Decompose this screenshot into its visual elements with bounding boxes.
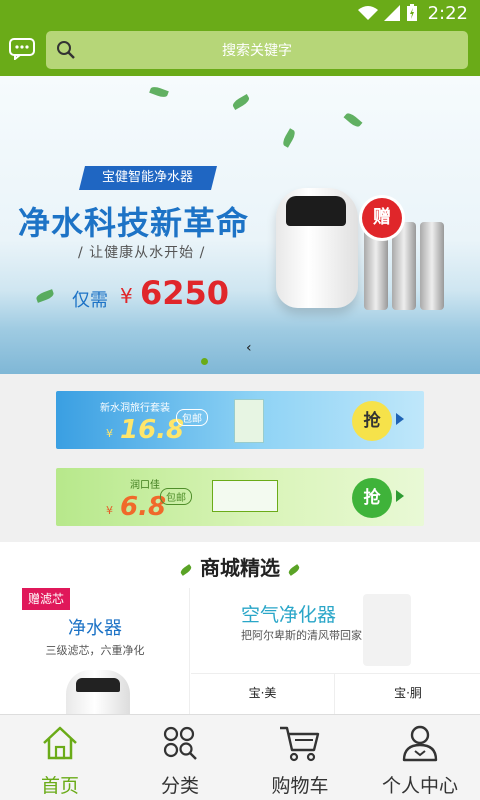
search-placeholder: 搜索关键字 bbox=[222, 43, 292, 59]
wifi-icon bbox=[357, 5, 378, 21]
price-label: 仅需 bbox=[72, 290, 108, 311]
filter-cartridge-image bbox=[392, 222, 416, 310]
product-card-mini[interactable]: 宝·胴 bbox=[336, 674, 480, 714]
grab-button[interactable]: 抢 bbox=[352, 401, 392, 441]
leaf-icon bbox=[179, 563, 193, 576]
product-desc: 把阿尔卑斯的清风带回家 bbox=[241, 629, 362, 642]
carousel-indicator bbox=[201, 358, 208, 365]
gift-filter-badge: 赠滤芯 bbox=[22, 588, 71, 610]
free-shipping-tag: 包邮 bbox=[176, 409, 208, 426]
cart-icon bbox=[278, 715, 322, 767]
promo-banner-travel-kit[interactable]: 新水洞旅行套装 ¥ 16.8 包邮 抢 bbox=[56, 391, 424, 449]
gift-badge: 赠 bbox=[362, 198, 402, 238]
promo-product-image bbox=[234, 399, 264, 443]
promo-product-image bbox=[212, 480, 278, 512]
nav-profile-label: 个人中心 bbox=[381, 775, 458, 797]
price-symbol: ¥ bbox=[120, 284, 133, 308]
hero-banner[interactable]: 宝健智能净水器 净水科技新革命 / 让健康从水开始 / 仅需 ¥ 6250 赠 … bbox=[0, 76, 480, 374]
nav-cart[interactable]: 购物车 bbox=[240, 715, 360, 800]
hero-tagline: 宝健智能净水器 bbox=[79, 166, 217, 190]
product-name: 净水器 bbox=[68, 618, 122, 639]
product-name: 空气净化器 bbox=[241, 604, 337, 626]
status-bar: 2:22 bbox=[0, 0, 480, 26]
search-icon bbox=[46, 40, 86, 60]
bottom-navigation: 首页 分类 购物车 个人中心 bbox=[0, 714, 480, 800]
profile-icon bbox=[400, 715, 440, 767]
leaf-decoration bbox=[231, 94, 251, 110]
mall-selection-section: 商城精选 赠滤芯 净水器 三级滤芯，六重净化 空气净化器 把阿尔卑斯的清风带回家… bbox=[0, 542, 480, 714]
nav-home-label: 首页 bbox=[40, 775, 79, 797]
leaf-icon bbox=[287, 563, 301, 576]
nav-category[interactable]: 分类 bbox=[120, 715, 240, 800]
leaf-decoration bbox=[343, 111, 363, 129]
promo-price-symbol: ¥ bbox=[106, 427, 113, 440]
top-header: 搜索关键字 bbox=[0, 26, 480, 76]
filter-cartridge-image bbox=[420, 222, 444, 310]
arrow-right-icon bbox=[396, 490, 404, 502]
water-purifier-image bbox=[66, 670, 130, 714]
leaf-decoration bbox=[281, 128, 297, 148]
carousel-arrow-icon[interactable]: ‹ bbox=[246, 340, 252, 356]
chat-bubble-icon bbox=[9, 38, 35, 64]
hero-price: 6250 bbox=[140, 274, 230, 312]
water-purifier-image bbox=[276, 188, 358, 308]
promo-banner-runkoujia[interactable]: 润口佳 ¥ 6.8 包邮 抢 bbox=[56, 468, 424, 526]
promo-title: 新水洞旅行套装 bbox=[100, 403, 170, 414]
leaf-decoration bbox=[35, 289, 55, 303]
home-icon bbox=[40, 715, 80, 767]
signal-icon bbox=[383, 5, 400, 21]
air-purifier-image bbox=[363, 594, 411, 666]
product-card-water-purifier[interactable]: 赠滤芯 净水器 三级滤芯，六重净化 bbox=[0, 588, 190, 714]
hero-headline: 净水科技新革命 bbox=[18, 204, 250, 242]
product-card-mini[interactable]: 宝·美 bbox=[191, 674, 335, 714]
nav-cart-label: 购物车 bbox=[271, 775, 329, 797]
status-time: 2:22 bbox=[427, 2, 468, 24]
hero-subline: / 让健康从水开始 / bbox=[78, 245, 206, 261]
leaf-decoration bbox=[149, 85, 169, 99]
nav-home[interactable]: 首页 bbox=[0, 715, 120, 800]
grab-button[interactable]: 抢 bbox=[352, 478, 392, 518]
section-title: 商城精选 bbox=[0, 552, 480, 581]
promo-price: 16.8 bbox=[120, 415, 185, 445]
free-shipping-tag: 包邮 bbox=[160, 488, 192, 505]
nav-category-label: 分类 bbox=[160, 775, 199, 797]
promo-price-symbol: ¥ bbox=[106, 504, 113, 517]
category-icon bbox=[160, 715, 200, 767]
search-input[interactable]: 搜索关键字 bbox=[46, 31, 468, 69]
product-card-air-purifier[interactable]: 空气净化器 把阿尔卑斯的清风带回家 bbox=[191, 588, 480, 674]
promo-title: 润口佳 bbox=[130, 480, 160, 491]
nav-profile[interactable]: 个人中心 bbox=[360, 715, 480, 800]
message-button[interactable] bbox=[0, 26, 44, 76]
product-desc: 三级滤芯，六重净化 bbox=[45, 644, 145, 657]
battery-icon bbox=[406, 4, 418, 22]
arrow-right-icon bbox=[396, 413, 404, 425]
